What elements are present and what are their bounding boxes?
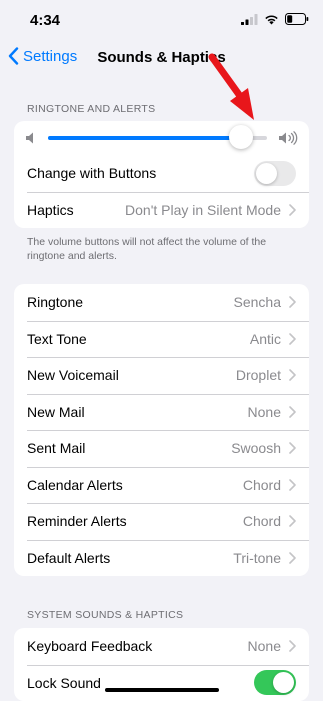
sound-row-value: Droplet	[236, 367, 281, 383]
sound-row-value: None	[248, 404, 281, 420]
sound-row-value: Sencha	[234, 294, 281, 310]
sound-row-sent-mail[interactable]: Sent MailSwoosh	[14, 430, 309, 467]
sound-row-value: Tri-tone	[233, 550, 281, 566]
sound-row-calendar-alerts[interactable]: Calendar AlertsChord	[14, 467, 309, 504]
sounds-list-group: RingtoneSenchaText ToneAnticNew Voicemai…	[14, 284, 309, 576]
volume-slider[interactable]	[48, 136, 267, 140]
sound-row-label: New Mail	[27, 404, 248, 420]
speaker-high-icon	[279, 131, 299, 145]
chevron-right-icon	[289, 640, 296, 652]
sound-row-value: Chord	[243, 477, 281, 493]
section-header-system-sounds: SYSTEM SOUNDS & HAPTICS	[27, 609, 183, 621]
sound-row-label: Text Tone	[27, 331, 250, 347]
sound-row-text-tone[interactable]: Text ToneAntic	[14, 321, 309, 358]
chevron-right-icon	[289, 406, 296, 418]
home-indicator	[105, 688, 219, 692]
speaker-low-icon	[26, 132, 36, 144]
section-header-ringtone: RINGTONE AND ALERTS	[27, 103, 155, 115]
navigation-bar: Settings Sounds & Haptics	[0, 40, 323, 76]
toggle-knob	[273, 672, 294, 693]
keyboard-feedback-row[interactable]: Keyboard Feedback None	[14, 628, 309, 665]
haptics-value: Don't Play in Silent Mode	[125, 202, 281, 218]
sound-row-default-alerts[interactable]: Default AlertsTri-tone	[14, 540, 309, 577]
chevron-right-icon	[289, 204, 296, 216]
sound-row-label: Reminder Alerts	[27, 513, 243, 529]
volume-buttons-footer-note: The volume buttons will not affect the v…	[27, 236, 297, 263]
sound-row-reminder-alerts[interactable]: Reminder AlertsChord	[14, 503, 309, 540]
chevron-right-icon	[289, 333, 296, 345]
chevron-right-icon	[289, 515, 296, 527]
cellular-signal-icon	[241, 14, 258, 25]
ringtone-alerts-group: Change with Buttons Haptics Don't Play i…	[14, 121, 309, 228]
sound-row-label: Calendar Alerts	[27, 477, 243, 493]
change-with-buttons-row: Change with Buttons	[14, 155, 309, 192]
haptics-row[interactable]: Haptics Don't Play in Silent Mode	[14, 192, 309, 229]
volume-slider-thumb[interactable]	[229, 125, 253, 149]
page-title: Sounds & Haptics	[0, 49, 323, 66]
sound-row-new-voicemail[interactable]: New VoicemailDroplet	[14, 357, 309, 394]
sound-row-value: Antic	[250, 331, 281, 347]
status-time: 4:34	[30, 12, 60, 29]
lock-sound-toggle[interactable]	[254, 670, 296, 695]
sound-row-ringtone[interactable]: RingtoneSencha	[14, 284, 309, 321]
sound-row-label: Ringtone	[27, 294, 234, 310]
sound-row-new-mail[interactable]: New MailNone	[14, 394, 309, 431]
chevron-right-icon	[289, 442, 296, 454]
sound-row-label: Sent Mail	[27, 440, 231, 456]
change-with-buttons-label: Change with Buttons	[27, 165, 254, 181]
chevron-right-icon	[289, 296, 296, 308]
lock-sound-row: Lock Sound	[14, 665, 309, 701]
chevron-right-icon	[289, 369, 296, 381]
status-bar: 4:34	[0, 0, 323, 40]
keyboard-feedback-label: Keyboard Feedback	[27, 638, 248, 654]
wifi-icon	[264, 14, 279, 25]
sound-row-value: Chord	[243, 513, 281, 529]
volume-slider-fill	[48, 136, 241, 140]
chevron-right-icon	[289, 552, 296, 564]
chevron-right-icon	[289, 479, 296, 491]
sound-row-value: Swoosh	[231, 440, 281, 456]
sound-row-label: Default Alerts	[27, 550, 233, 566]
volume-slider-row	[14, 121, 309, 155]
keyboard-feedback-value: None	[248, 638, 281, 654]
status-icons	[241, 13, 309, 25]
battery-icon	[285, 13, 309, 25]
sound-row-label: New Voicemail	[27, 367, 236, 383]
change-with-buttons-toggle[interactable]	[254, 161, 296, 186]
toggle-knob	[256, 163, 277, 184]
haptics-label: Haptics	[27, 202, 125, 218]
